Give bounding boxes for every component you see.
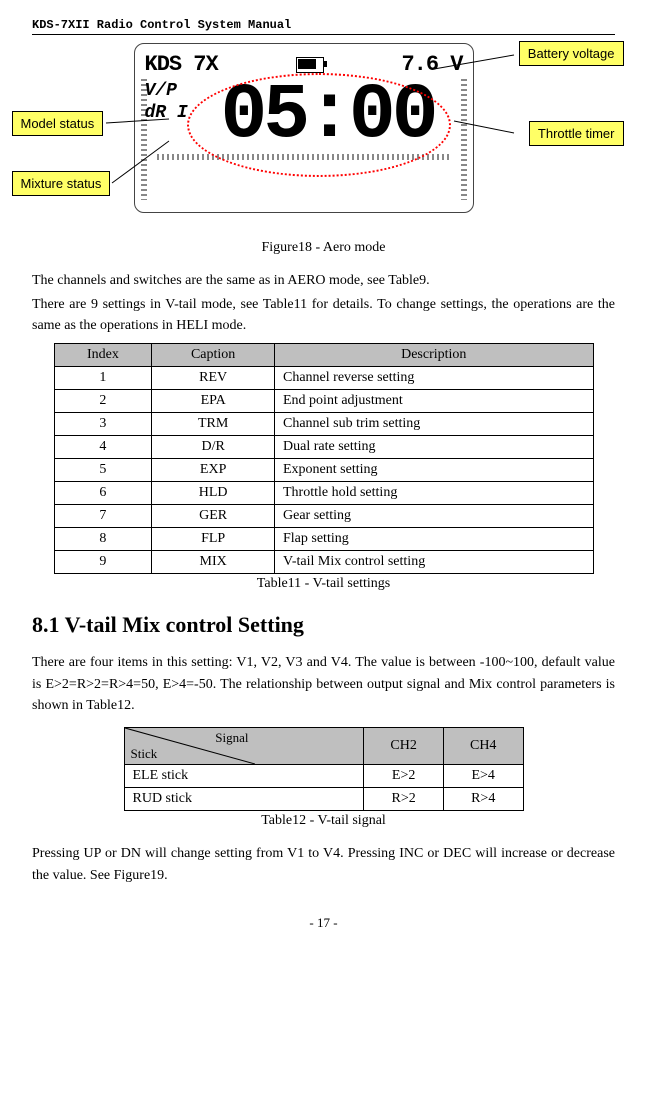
battery-icon [296,57,324,73]
table-cell: FLP [152,528,275,551]
table-cell: ELE stick [124,765,364,788]
lcd-screen: KDS 7X 7.6 V V/P dR I 05:00 [134,43,474,213]
t11-header: Index [54,344,152,367]
table-cell: GER [152,505,275,528]
table-cell: Channel reverse setting [275,367,594,390]
table-cell: Channel sub trim setting [275,413,594,436]
lcd-brand: KDS 7X [145,52,218,77]
para-vtail-items: There are four items in this setting: V1… [32,652,615,717]
para-channels: The channels and switches are the same a… [32,270,615,292]
page-header: KDS-7XII Radio Control System Manual [32,18,615,35]
callout-throttle: Throttle timer [529,121,624,146]
table-cell: Gear setting [275,505,594,528]
table-row: RUD stickR>2R>4 [124,788,523,811]
table-cell: 4 [54,436,152,459]
table-row: 7GERGear setting [54,505,593,528]
table-cell: 9 [54,551,152,574]
table-cell: 1 [54,367,152,390]
table-cell: TRM [152,413,275,436]
table-cell: E>4 [443,765,523,788]
t11-header: Description [275,344,594,367]
diag-stick: Stick [131,746,158,762]
table11-caption: Table11 - V-tail settings [32,576,615,592]
para-9settings: There are 9 settings in V-tail mode, see… [32,294,615,337]
table-cell: V-tail Mix control setting [275,551,594,574]
table12-diag-cell: Signal Stick [125,728,255,764]
table-cell: EPA [152,390,275,413]
callout-model: Model status [12,111,104,136]
para-updn: Pressing UP or DN will change setting fr… [32,843,615,886]
figure18-wrap: KDS 7X 7.6 V V/P dR I 05:00 Battery volt… [34,41,614,236]
t12-col-ch4: CH4 [443,728,523,765]
table-row: 5EXPExponent setting [54,459,593,482]
diag-signal: Signal [215,730,248,746]
figure18-caption: Figure18 - Aero mode [32,240,615,256]
page-footer: - 17 - [32,915,615,931]
table-row: 9MIXV-tail Mix control setting [54,551,593,574]
table-cell: 5 [54,459,152,482]
table-cell: RUD stick [124,788,364,811]
t12-col-ch2: CH2 [364,728,444,765]
table-cell: HLD [152,482,275,505]
table-cell: 2 [54,390,152,413]
table12-caption: Table12 - V-tail signal [32,813,615,829]
table-row: 3TRMChannel sub trim setting [54,413,593,436]
t11-header: Caption [152,344,275,367]
table-cell: Throttle hold setting [275,482,594,505]
table-cell: R>2 [364,788,444,811]
callout-mixture: Mixture status [12,171,111,196]
table-cell: Exponent setting [275,459,594,482]
section-8-1-title: 8.1 V-tail Mix control Setting [32,612,615,638]
lcd-label-vp: V/P [145,81,215,103]
table-row: ELE stickE>2E>4 [124,765,523,788]
table-cell: 8 [54,528,152,551]
callout-battery: Battery voltage [519,41,624,66]
table-cell: MIX [152,551,275,574]
table-cell: REV [152,367,275,390]
table-cell: 3 [54,413,152,436]
table-cell: 7 [54,505,152,528]
table-row: 1REVChannel reverse setting [54,367,593,390]
table11: IndexCaptionDescription 1REVChannel reve… [54,343,594,574]
table-cell: Dual rate setting [275,436,594,459]
table-cell: End point adjustment [275,390,594,413]
table-cell: EXP [152,459,275,482]
table-row: 2EPAEnd point adjustment [54,390,593,413]
table-row: 6HLDThrottle hold setting [54,482,593,505]
lcd-label-dri: dR I [145,103,215,125]
table-row: 4D/RDual rate setting [54,436,593,459]
table-cell: 6 [54,482,152,505]
table-cell: R>4 [443,788,523,811]
table-cell: E>2 [364,765,444,788]
table-cell: Flap setting [275,528,594,551]
lcd-time: 05:00 [221,81,435,151]
table-row: 8FLPFlap setting [54,528,593,551]
table-cell: D/R [152,436,275,459]
table12: Signal Stick CH2 CH4 ELE stickE>2E>4RUD … [124,727,524,811]
